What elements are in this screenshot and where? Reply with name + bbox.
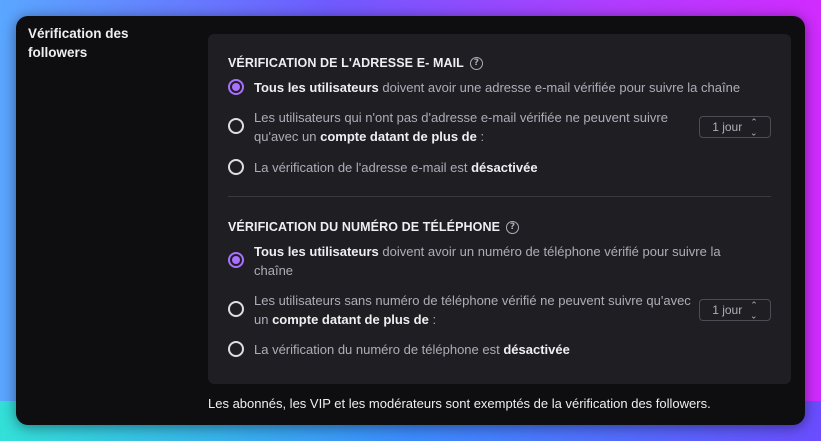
help-icon[interactable]: ? — [469, 56, 483, 70]
help-icon[interactable]: ? — [506, 220, 520, 234]
phone-option-all-users[interactable]: Tous les utilisateurs doivent avoir un n… — [228, 242, 754, 280]
divider — [228, 196, 771, 197]
radio-unchecked-icon[interactable] — [228, 118, 244, 134]
email-option-disabled[interactable]: La vérification de l'adresse e-mail est … — [228, 158, 754, 177]
phone-option-disabled-label: La vérification du numéro de téléphone e… — [254, 340, 754, 359]
phone-verification-title: VÉRIFICATION DU NUMÉRO DE TÉLÉPHONE ? — [228, 220, 520, 234]
radio-unchecked-icon[interactable] — [228, 301, 244, 317]
email-option-disabled-bold: désactivée — [471, 160, 538, 175]
section-label: Vérification des followers — [28, 26, 129, 60]
phone-option-disabled-pre: La vérification du numéro de téléphone e… — [254, 342, 504, 357]
verification-panel: VÉRIFICATION DE L'ADRESSE E- MAIL ? Tous… — [208, 34, 791, 384]
email-account-age-select-value: 1 jour — [712, 120, 743, 134]
exemption-note: Les abonnés, les VIP et les modérateurs … — [208, 396, 711, 411]
phone-option-disabled[interactable]: La vérification du numéro de téléphone e… — [228, 340, 754, 359]
email-option-account-age-label: Les utilisateurs qui n'ont pas d'adresse… — [254, 108, 699, 146]
radio-checked-icon[interactable] — [228, 79, 244, 95]
email-option-account-age[interactable]: Les utilisateurs qui n'ont pas d'adresse… — [228, 108, 699, 146]
phone-option-all-users-label: Tous les utilisateurs doivent avoir un n… — [254, 242, 754, 280]
email-option-disabled-pre: La vérification de l'adresse e-mail est — [254, 160, 472, 175]
email-verification-title: VÉRIFICATION DE L'ADRESSE E- MAIL ? — [228, 56, 483, 70]
radio-unchecked-icon[interactable] — [228, 159, 244, 175]
email-verification-title-text: VÉRIFICATION DE L'ADRESSE E- MAIL — [228, 56, 464, 70]
settings-card: Vérification des followers VÉRIFICATION … — [16, 16, 805, 425]
email-option-disabled-label: La vérification de l'adresse e-mail est … — [254, 158, 754, 177]
email-option-all-users-bold: Tous les utilisateurs — [254, 80, 379, 95]
phone-option-all-users-bold: Tous les utilisateurs — [254, 244, 379, 259]
email-option-all-users[interactable]: Tous les utilisateurs doivent avoir une … — [228, 78, 754, 97]
phone-option-account-age-bold: compte datant de plus de — [272, 312, 429, 327]
email-option-account-age-bold: compte datant de plus de — [320, 129, 477, 144]
phone-option-account-age-label: Les utilisateurs sans numéro de téléphon… — [254, 291, 694, 329]
chevron-updown-icon: ⌃ ⌃ — [750, 300, 758, 321]
radio-unchecked-icon[interactable] — [228, 341, 244, 357]
phone-option-account-age-post: : — [428, 312, 437, 327]
phone-account-age-select[interactable]: 1 jour ⌃ ⌃ — [699, 299, 771, 321]
phone-verification-title-text: VÉRIFICATION DU NUMÉRO DE TÉLÉPHONE — [228, 220, 501, 234]
email-option-account-age-post: : — [476, 129, 485, 144]
email-option-all-users-rest: doivent avoir une adresse e-mail vérifié… — [378, 80, 741, 95]
phone-account-age-select-value: 1 jour — [712, 303, 743, 317]
email-account-age-select[interactable]: 1 jour ⌃ ⌃ — [699, 116, 771, 138]
phone-option-account-age[interactable]: Les utilisateurs sans numéro de téléphon… — [228, 291, 694, 329]
phone-option-disabled-bold: désactivée — [503, 342, 570, 357]
email-option-all-users-label: Tous les utilisateurs doivent avoir une … — [254, 78, 754, 97]
radio-checked-icon[interactable] — [228, 252, 244, 268]
chevron-updown-icon: ⌃ ⌃ — [750, 117, 758, 138]
